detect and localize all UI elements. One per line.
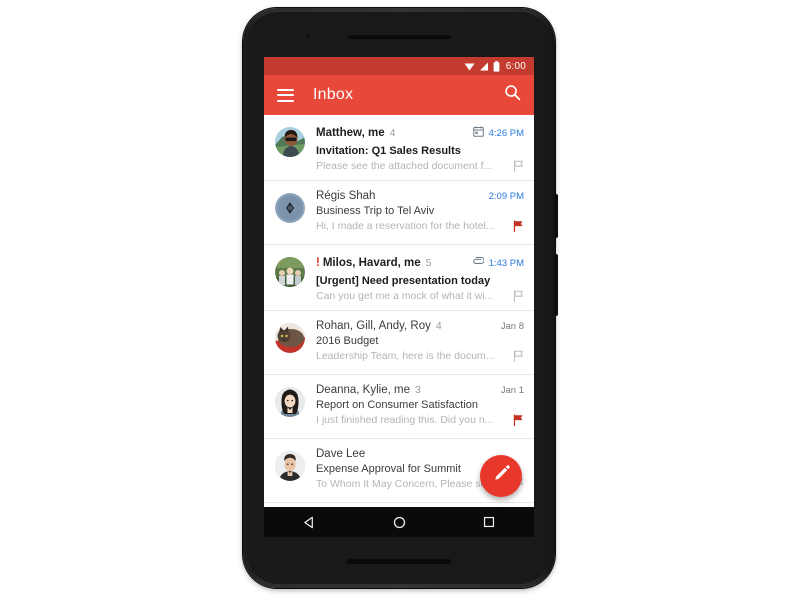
signal-icon	[479, 62, 489, 71]
flag-filled-icon[interactable]	[513, 220, 524, 232]
earpiece-speaker-icon	[347, 34, 451, 39]
email-timestamp: Jan 1	[500, 384, 524, 396]
avatar[interactable]	[275, 451, 305, 481]
email-content: Matthew, me 4 4:26 PM Invitation: Q1 Sal…	[316, 124, 524, 172]
email-timestamp: 4:26 PM	[488, 127, 524, 139]
email-preview-line: Hi, I made a reservation for the hotel..…	[316, 220, 524, 232]
flag-outline-icon[interactable]	[513, 290, 524, 302]
email-senders: Régis Shah	[316, 190, 376, 202]
avatar-man-short-hair-icon	[275, 451, 305, 481]
paperclip-icon	[472, 254, 485, 272]
avatar-woman-icon	[275, 387, 305, 417]
volume-button[interactable]	[554, 254, 558, 316]
battery-icon	[493, 60, 500, 72]
email-list-item[interactable]: Régis Shah 2:09 PM Business Trip to Tel …	[264, 181, 534, 245]
email-senders: Dave Lee	[316, 448, 366, 460]
search-icon[interactable]	[504, 84, 521, 106]
email-header-line: ! Milos, Havard, me 5 1:43 PM	[316, 254, 524, 272]
email-header-line: Régis Shah 2:09 PM	[316, 190, 524, 202]
flag-filled-icon[interactable]	[513, 414, 524, 426]
avatar[interactable]	[275, 257, 305, 287]
email-snippet: Leadership Team, here is the docum...	[316, 350, 495, 362]
email-snippet: I just finished reading this. Did you n.…	[316, 414, 494, 426]
email-snippet: To Whom It May Concern, Please see	[316, 478, 493, 490]
email-timestamp: 2:09 PM	[488, 190, 524, 202]
page-title: Inbox	[313, 86, 354, 103]
flag-outline-icon[interactable]	[513, 350, 524, 362]
email-thread-count: 4	[435, 320, 442, 332]
email-preview-line: Can you get me a mock of what it wi...	[316, 290, 524, 302]
power-button[interactable]	[554, 194, 558, 238]
email-preview-line: Leadership Team, here is the docum...	[316, 350, 524, 362]
email-timestamp: 1:43 PM	[488, 257, 524, 269]
calendar-icon	[472, 124, 484, 142]
phone-device: 6:00 Inbox Matthew, me 4 4:26 PM Invitat…	[243, 8, 558, 588]
email-timestamp: Jan 8	[500, 320, 524, 332]
email-snippet: Please see the attached document f...	[316, 160, 493, 172]
email-senders: Deanna, Kylie, me	[316, 384, 410, 396]
email-content: Régis Shah 2:09 PM Business Trip to Tel …	[316, 190, 524, 236]
email-subject: Business Trip to Tel Aviv	[316, 205, 435, 217]
back-button[interactable]	[289, 516, 329, 529]
email-list-item[interactable]: Deanna, Kylie, me 3 Jan 1 Report on Cons…	[264, 375, 534, 439]
bottom-speaker-icon	[347, 559, 451, 564]
email-list-item[interactable]: Matthew, me 4 4:26 PM Invitation: Q1 Sal…	[264, 115, 534, 181]
email-preview-line: I just finished reading this. Did you n.…	[316, 414, 524, 426]
android-navigation-bar	[264, 507, 534, 537]
app-toolbar: Inbox	[264, 75, 534, 115]
wifi-icon	[464, 62, 475, 71]
avatar[interactable]	[275, 323, 305, 353]
email-thread-count: 5	[425, 257, 432, 269]
email-subject: Invitation: Q1 Sales Results	[316, 145, 461, 157]
importance-marker: !	[316, 257, 320, 269]
email-subject: 2016 Budget	[316, 335, 379, 347]
email-snippet: Hi, I made a reservation for the hotel..…	[316, 220, 495, 232]
compose-fab-button[interactable]	[480, 455, 522, 497]
flag-outline-icon[interactable]	[513, 160, 524, 172]
email-subject: [Urgent] Need presentation today	[316, 275, 491, 287]
email-list-item[interactable]: ! Milos, Havard, me 5 1:43 PM [Urgent] N…	[264, 245, 534, 311]
home-button[interactable]	[379, 516, 419, 529]
email-header-line: Deanna, Kylie, me 3 Jan 1	[316, 384, 524, 396]
avatar-group-photo-icon	[275, 257, 305, 287]
email-content: ! Milos, Havard, me 5 1:43 PM [Urgent] N…	[316, 254, 524, 302]
recents-button[interactable]	[469, 516, 509, 528]
avatar[interactable]	[275, 387, 305, 417]
email-header-line: Rohan, Gill, Andy, Roy 4 Jan 8	[316, 320, 524, 332]
email-list-item[interactable]: Rohan, Gill, Andy, Roy 4 Jan 8 2016 Budg…	[264, 311, 534, 375]
email-snippet: Can you get me a mock of what it wi...	[316, 290, 494, 302]
email-content: Deanna, Kylie, me 3 Jan 1 Report on Cons…	[316, 384, 524, 430]
avatar[interactable]	[275, 193, 305, 223]
email-thread-count: 4	[389, 127, 396, 139]
email-header-line: Matthew, me 4 4:26 PM	[316, 124, 524, 142]
email-content: Rohan, Gill, Andy, Roy 4 Jan 8 2016 Budg…	[316, 320, 524, 366]
email-senders: Milos, Havard, me	[322, 257, 421, 269]
email-thread-count: 3	[414, 384, 421, 396]
avatar-blue-abstract-icon	[275, 193, 305, 223]
hamburger-menu-icon[interactable]	[277, 88, 294, 102]
email-preview-line: Please see the attached document f...	[316, 160, 524, 172]
avatar-man-sunglasses-icon	[275, 127, 305, 157]
phone-screen: 6:00 Inbox Matthew, me 4 4:26 PM Invitat…	[264, 57, 534, 507]
status-bar-clock: 6:00	[505, 60, 526, 72]
avatar[interactable]	[275, 127, 305, 157]
email-senders: Matthew, me	[316, 127, 385, 139]
pencil-icon	[492, 464, 511, 488]
avatar-cat-icon	[275, 323, 305, 353]
email-subject: Report on Consumer Satisfaction	[316, 399, 479, 411]
email-list[interactable]: Matthew, me 4 4:26 PM Invitation: Q1 Sal…	[264, 115, 534, 507]
email-senders: Rohan, Gill, Andy, Roy	[316, 320, 431, 332]
front-camera-icon	[305, 34, 310, 39]
status-bar: 6:00	[264, 57, 534, 75]
